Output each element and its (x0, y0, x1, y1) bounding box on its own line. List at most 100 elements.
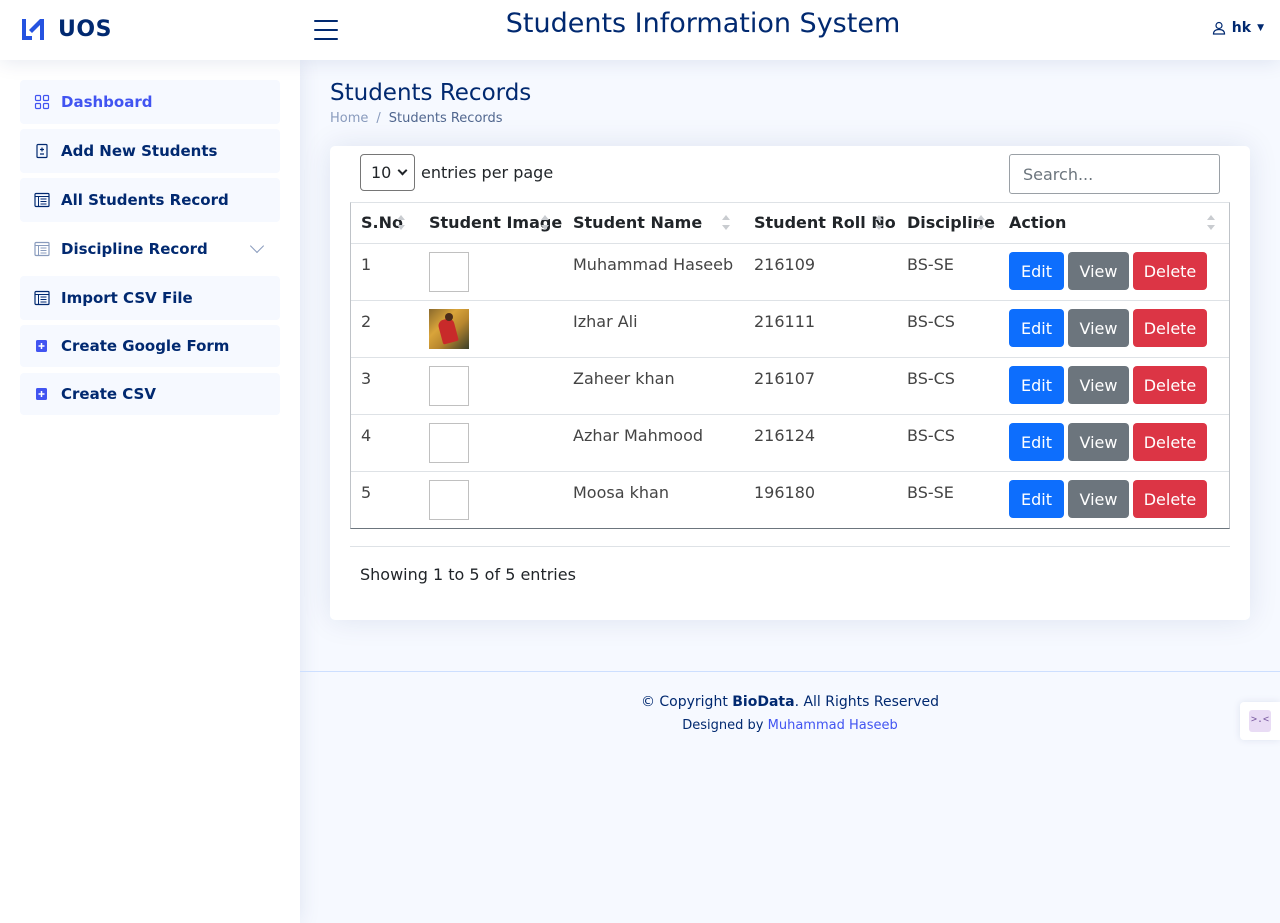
sidebar-item-all-students-record[interactable]: All Students Record (20, 178, 280, 222)
view-button[interactable]: View (1068, 309, 1129, 347)
view-button[interactable]: View (1068, 366, 1129, 404)
user-menu[interactable]: hk ▼ (1212, 20, 1264, 36)
student-image (429, 309, 469, 349)
breadcrumb-separator: / (376, 111, 381, 126)
cell-sno: 3 (361, 369, 372, 388)
records-card: 10 entries per page S.No Student Image S… (330, 146, 1250, 620)
edit-button[interactable]: Edit (1009, 423, 1064, 461)
delete-button[interactable]: Delete (1133, 423, 1207, 461)
edit-button[interactable]: Edit (1009, 309, 1064, 347)
cell-sno: 5 (361, 483, 372, 502)
delete-button[interactable]: Delete (1133, 309, 1207, 347)
delete-button[interactable]: Delete (1133, 480, 1207, 518)
file-plus-minus-icon (36, 143, 48, 159)
cell-name: Zaheer khan (573, 369, 675, 388)
sidebar-item-discipline-record[interactable]: Discipline Record (20, 227, 280, 271)
cell-sno: 1 (361, 255, 372, 274)
sidebar: Dashboard Add New Students All Students … (0, 60, 300, 923)
view-button[interactable]: View (1068, 480, 1129, 518)
author-link[interactable]: Muhammad Haseeb (768, 718, 898, 733)
table-row: 1 Muhammad Haseeb 216109 BS-SE Edit View… (351, 244, 1229, 301)
table-row: 3 Zaheer khan 216107 BS-CS Edit View Del… (351, 358, 1229, 415)
cell-discipline: BS-CS (907, 369, 955, 388)
edit-button[interactable]: Edit (1009, 480, 1064, 518)
per-page-select[interactable]: 10 (360, 154, 415, 191)
layout-text-window-icon (34, 241, 50, 257)
sort-icon (397, 213, 405, 233)
sidebar-item-create-csv[interactable]: Create CSV (20, 373, 280, 415)
edit-button[interactable]: Edit (1009, 252, 1064, 290)
student-image (429, 480, 469, 520)
footer: © Copyright BioData. All Rights Reserved… (300, 671, 1280, 733)
plus-square-icon (36, 340, 47, 352)
sort-icon (541, 213, 549, 233)
plus-square-icon (36, 388, 47, 400)
app-title: Students Information System (505, 8, 901, 39)
widget-icon: >.< (1249, 710, 1271, 732)
cell-roll: 216124 (754, 426, 816, 445)
sidebar-item-label: Discipline Record (61, 240, 208, 258)
edit-button[interactable]: Edit (1009, 366, 1064, 404)
students-table: S.No Student Image Student Name Student … (350, 202, 1230, 529)
sidebar-item-add-new-students[interactable]: Add New Students (20, 129, 280, 173)
designed-by-label: Designed by (682, 718, 768, 733)
grid-icon (34, 94, 50, 110)
cell-name: Azhar Mahmood (573, 426, 704, 445)
sidebar-item-import-csv-file[interactable]: Import CSV File (20, 276, 280, 320)
table-row: 5 Moosa khan 196180 BS-SE Edit View Dele… (351, 472, 1229, 529)
breadcrumb-home-link[interactable]: Home (330, 111, 368, 126)
view-button[interactable]: View (1068, 252, 1129, 290)
chevron-down-icon (397, 165, 408, 176)
cell-roll: 196180 (754, 483, 816, 502)
sidebar-item-create-google-form[interactable]: Create Google Form (20, 325, 280, 367)
table-row: 2 Izhar Ali 216111 BS-CS Edit View Delet… (351, 301, 1229, 358)
column-header-action[interactable]: Action (1009, 213, 1066, 232)
student-image (429, 423, 469, 463)
sidebar-item-label: Dashboard (61, 93, 153, 111)
delete-button[interactable]: Delete (1133, 366, 1207, 404)
floating-widget-button[interactable]: >.< (1240, 702, 1280, 740)
cell-sno: 2 (361, 312, 372, 331)
cell-name: Moosa khan (573, 483, 669, 502)
sidebar-item-label: Add New Students (61, 142, 218, 160)
table-row: 4 Azhar Mahmood 216124 BS-CS Edit View D… (351, 415, 1229, 472)
chevron-down-icon (249, 238, 265, 254)
cell-discipline: BS-CS (907, 312, 955, 331)
sidebar-item-label: All Students Record (61, 191, 229, 209)
sort-icon (977, 213, 985, 233)
cell-name: Izhar Ali (573, 312, 638, 331)
credits: Designed by Muhammad Haseeb (300, 718, 1280, 733)
sort-icon (875, 213, 883, 233)
breadcrumb: Home / Students Records (330, 111, 503, 126)
cell-discipline: BS-SE (907, 483, 954, 502)
cell-roll: 216109 (754, 255, 816, 274)
copyright-prefix: © Copyright (640, 694, 733, 710)
sort-icon (1207, 213, 1215, 233)
user-name: hk (1231, 20, 1252, 36)
divider (350, 546, 1230, 547)
per-page-value: 10 (371, 163, 392, 182)
layout-text-window-icon (34, 192, 50, 208)
cell-discipline: BS-CS (907, 426, 955, 445)
entries-per-page: 10 entries per page (360, 154, 553, 191)
view-button[interactable]: View (1068, 423, 1129, 461)
sort-icon (722, 213, 730, 233)
page-title: Students Records (330, 80, 532, 106)
table-info: Showing 1 to 5 of 5 entries (360, 565, 576, 584)
cell-roll: 216111 (754, 312, 816, 331)
cell-name: Muhammad Haseeb (573, 255, 734, 274)
sidebar-item-label: Import CSV File (61, 289, 193, 307)
per-page-label: entries per page (421, 163, 554, 182)
sidebar-item-label: Create Google Form (61, 337, 230, 355)
sidebar-item-dashboard[interactable]: Dashboard (20, 80, 280, 124)
column-header-student-name[interactable]: Student Name (573, 213, 702, 232)
caret-down-icon: ▼ (1257, 23, 1264, 33)
brand-name: BioData (732, 694, 795, 710)
copyright: © Copyright BioData. All Rights Reserved (300, 694, 1280, 710)
cell-sno: 4 (361, 426, 372, 445)
breadcrumb-current: Students Records (388, 111, 503, 126)
student-image (429, 366, 469, 406)
delete-button[interactable]: Delete (1133, 252, 1207, 290)
sidebar-item-label: Create CSV (61, 385, 156, 403)
search-input[interactable] (1009, 154, 1220, 194)
